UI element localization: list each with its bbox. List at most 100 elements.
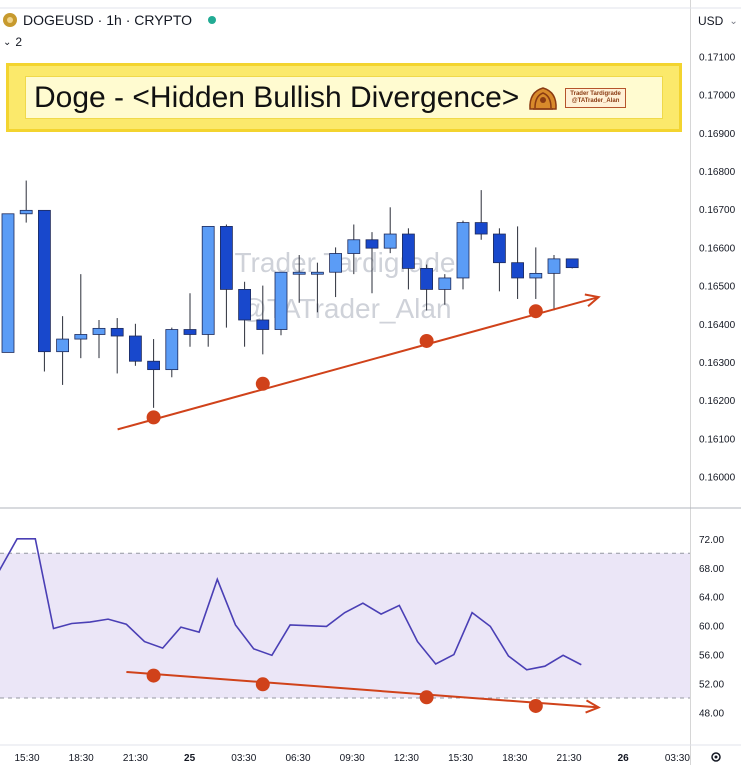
price-pivot-point bbox=[528, 304, 543, 319]
price-axis-label: 0.16500 bbox=[699, 282, 736, 293]
time-axis-label: 03:30 bbox=[665, 753, 690, 764]
rsi-axis-label: 56.00 bbox=[699, 651, 724, 662]
banner-title: Doge - <Hidden Bullish Divergence> bbox=[34, 80, 520, 114]
price-axis-label: 0.17100 bbox=[699, 52, 736, 63]
settings-icon-center bbox=[714, 755, 718, 759]
time-axis-label: 09:30 bbox=[340, 753, 365, 764]
rsi-axis-label: 68.00 bbox=[699, 564, 724, 575]
candle bbox=[38, 209, 51, 372]
title-banner-inner: Doge - <Hidden Bullish Divergence> Trade… bbox=[25, 76, 663, 119]
candle bbox=[529, 247, 543, 299]
candle bbox=[147, 339, 161, 408]
price-pivot-point bbox=[255, 376, 270, 391]
time-axis-label: 18:30 bbox=[69, 753, 94, 764]
candle-body bbox=[401, 233, 415, 269]
banner-tag-line1: Trader Tardigrade bbox=[570, 90, 621, 97]
candle bbox=[74, 274, 88, 359]
time-axis-label: 12:30 bbox=[394, 753, 419, 764]
price-axis-label: 0.16900 bbox=[699, 129, 736, 140]
candle bbox=[547, 255, 561, 311]
candle-body bbox=[201, 225, 215, 335]
candle bbox=[201, 225, 215, 347]
candle bbox=[92, 319, 106, 359]
candle bbox=[492, 228, 506, 292]
candle-body bbox=[147, 360, 161, 371]
time-axis-label: 26 bbox=[618, 753, 630, 764]
candle bbox=[383, 207, 397, 254]
tardigrade-logo-icon bbox=[529, 86, 558, 110]
candle bbox=[565, 258, 579, 269]
candle-body bbox=[74, 334, 88, 340]
candle-body bbox=[420, 268, 434, 290]
candle-body bbox=[456, 222, 470, 279]
rsi-axis-label: 60.00 bbox=[699, 622, 724, 633]
price-axis-label: 0.16800 bbox=[699, 167, 736, 178]
candle-body bbox=[329, 253, 343, 273]
watermark-line2: @TATrader_Alan bbox=[238, 293, 451, 324]
candle bbox=[401, 228, 415, 290]
time-axis-label: 21:30 bbox=[556, 753, 581, 764]
banner-tag-line2: @TATrader_Alan bbox=[571, 97, 620, 104]
candle-body bbox=[365, 239, 379, 249]
time-axis-label: 06:30 bbox=[285, 753, 310, 764]
candle bbox=[456, 220, 470, 290]
candle bbox=[219, 224, 233, 328]
candle-body bbox=[529, 272, 543, 279]
time-axis-label: 21:30 bbox=[123, 753, 148, 764]
candle bbox=[474, 190, 488, 240]
rsi-pivot-point bbox=[528, 698, 543, 713]
candle bbox=[19, 180, 33, 223]
price-axis-label: 0.16700 bbox=[699, 205, 736, 216]
candle bbox=[56, 316, 69, 385]
price-pivot-point bbox=[419, 333, 434, 348]
rsi-axis-label: 48.00 bbox=[699, 709, 724, 720]
price-axis-label: 0.16400 bbox=[699, 320, 736, 331]
candle-body bbox=[1, 213, 15, 353]
candle-body bbox=[274, 271, 288, 330]
banner-tag: Trader Tardigrade @TATrader_Alan bbox=[565, 87, 626, 108]
candle-body bbox=[474, 222, 488, 235]
time-axis-label: 15:30 bbox=[448, 753, 473, 764]
candle-body bbox=[547, 258, 561, 274]
rsi-pivot-point bbox=[419, 690, 434, 705]
time-axis-label: 15:30 bbox=[14, 753, 39, 764]
candle-body bbox=[347, 239, 361, 254]
price-axis-label: 0.16600 bbox=[699, 243, 736, 254]
candle-body bbox=[38, 209, 51, 353]
price-axis-label: 0.16200 bbox=[699, 396, 736, 407]
candle-body bbox=[56, 338, 69, 353]
candle-body bbox=[238, 289, 252, 321]
price-axis-label: 0.16000 bbox=[699, 473, 736, 484]
rsi-band bbox=[0, 553, 690, 699]
rsi-axis-label: 64.00 bbox=[699, 593, 724, 604]
rsi-axis-label: 72.00 bbox=[699, 535, 724, 546]
candle bbox=[274, 271, 288, 336]
candle-body bbox=[256, 319, 270, 330]
time-axis-label: 18:30 bbox=[502, 753, 527, 764]
candle-body bbox=[310, 271, 324, 275]
candle-body bbox=[511, 262, 525, 279]
candle-body bbox=[128, 335, 142, 362]
price-axis-label: 0.16300 bbox=[699, 358, 736, 369]
candle bbox=[110, 318, 124, 374]
candle-body bbox=[219, 225, 233, 290]
candle-body bbox=[292, 271, 306, 275]
price-axis-label: 0.17000 bbox=[699, 91, 736, 102]
price-pivot-point bbox=[146, 410, 161, 425]
rsi-pivot-point bbox=[146, 668, 161, 683]
title-banner: Doge - <Hidden Bullish Divergence> Trade… bbox=[6, 63, 682, 132]
rsi-axis-label: 52.00 bbox=[699, 680, 724, 691]
candle bbox=[1, 213, 15, 353]
candle-body bbox=[492, 233, 506, 264]
candle-body bbox=[19, 209, 33, 215]
price-axis-label: 0.16100 bbox=[699, 434, 736, 445]
candle-body bbox=[438, 277, 452, 290]
candle-body bbox=[565, 258, 579, 269]
candle bbox=[128, 323, 142, 366]
candle-body bbox=[165, 329, 179, 371]
settings-icon[interactable] bbox=[711, 752, 721, 762]
time-axis-label: 25 bbox=[184, 753, 196, 764]
candle bbox=[329, 247, 343, 298]
rsi-pivot-point bbox=[255, 677, 270, 692]
candle bbox=[238, 281, 252, 347]
